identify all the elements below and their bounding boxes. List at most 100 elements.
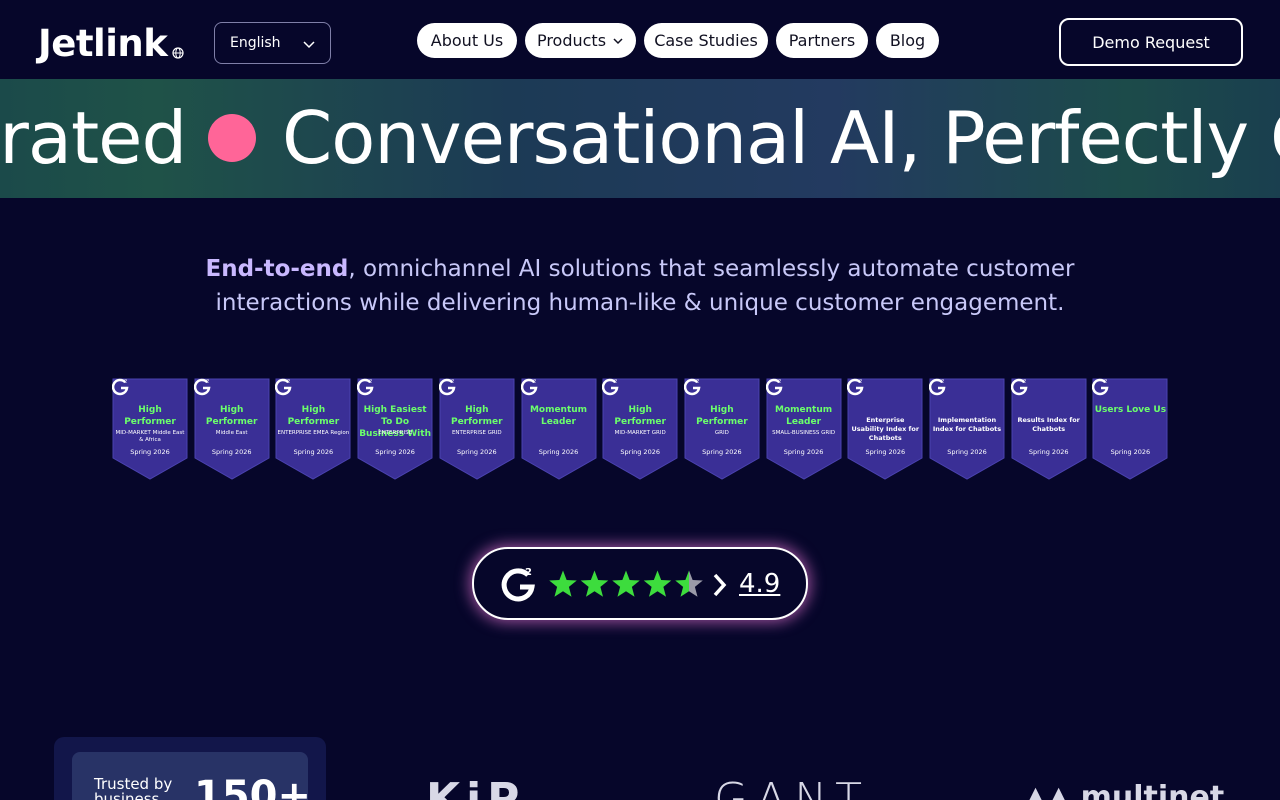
g2-badge: 2 Results Index for Chatbots Spring 2026 <box>1010 378 1087 480</box>
nav-label: Products <box>536 31 607 50</box>
nav-label: Blog <box>889 31 926 50</box>
star-icon <box>580 570 609 597</box>
svg-text:2: 2 <box>778 379 781 385</box>
g2-badge: 2 High Performer ENTERPRISE GRID Spring 202… <box>438 378 515 480</box>
badge-subtitle: GRID <box>714 430 729 436</box>
g2-logo-icon: 2 <box>357 378 374 396</box>
g2-badge: 2 Users Love Us Spring 2026 <box>1092 378 1168 480</box>
multinet-mark-icon: ▲▲ <box>1024 780 1071 800</box>
client-logo-gant: GANT <box>714 774 870 800</box>
g2-badge: 2 High Performer ENTERPRISE EMEA Region Spr… <box>275 378 351 480</box>
badge-title: Momentum Leader <box>529 405 588 427</box>
badge-subtitle: MID-MARKET Middle East & Africa <box>115 430 185 443</box>
badge-title: High Performer <box>205 405 258 427</box>
svg-text:2: 2 <box>287 379 290 385</box>
g2-badge: 2 Enterprise Usability Index for Chatbots… <box>847 378 923 480</box>
badge-season: Spring 2026 <box>538 448 579 456</box>
svg-text:2: 2 <box>533 379 536 385</box>
badge-subtitle: ENTERPRISE EMEA Region <box>277 430 350 436</box>
nav-label: About Us <box>430 31 504 50</box>
svg-text:2: 2 <box>1104 379 1107 385</box>
nav-products[interactable]: Products <box>525 23 636 58</box>
trusted-label: Trusted by business <box>94 775 173 800</box>
g2-badge: 2 Implementation Index for Chatbots Spring… <box>929 378 1005 480</box>
badge-title: Momentum Leader <box>775 405 833 427</box>
g2-badge: 2 High Performer GRID Spring 2026 <box>683 378 760 480</box>
star-icon <box>549 570 577 597</box>
g2-logo-icon: 2 <box>602 378 619 396</box>
g2-logo-icon: 2 <box>683 378 701 396</box>
chevron-down-icon <box>613 37 623 44</box>
svg-text:2: 2 <box>696 379 699 385</box>
badge-season: Spring 2026 <box>620 448 660 456</box>
badge-season: Spring 2026 <box>293 448 334 456</box>
g2-logo-icon: 2 <box>275 378 292 396</box>
star-icon <box>612 570 640 597</box>
svg-text:2: 2 <box>206 379 209 385</box>
badge-subtitle: MID-MARKET GRID <box>614 430 666 436</box>
badge-subtitle: Implementation Index for Chatbots <box>932 416 1002 433</box>
language-select[interactable]: English <box>214 22 331 64</box>
marquee-text-left: trated <box>0 96 187 180</box>
site-header: Jetlink English About Us Products Case S… <box>0 0 1280 79</box>
badge-title: High Performer <box>614 405 666 427</box>
badge-subtitle: Results Index for Chatbots <box>1017 416 1080 433</box>
badge-season: Spring 2026 <box>211 448 252 456</box>
svg-text:2: 2 <box>859 379 862 385</box>
badge-title: High Performer <box>287 405 340 427</box>
star-icon <box>675 570 703 597</box>
chevron-down-icon <box>303 41 315 49</box>
nav-blog[interactable]: Blog <box>876 23 939 58</box>
demo-request-button[interactable]: Demo Request <box>1059 18 1243 66</box>
badge-season: Spring 2026 <box>1028 448 1069 456</box>
g2-badge: 2 Momentum Leader SMALL-BUSINESS GRID Sprin… <box>765 378 842 480</box>
svg-text:2: 2 <box>124 379 127 385</box>
rating-value[interactable]: 4.9 <box>739 569 780 599</box>
g2-logo-icon: 2 <box>1092 378 1109 396</box>
chevron-right-icon <box>713 573 727 597</box>
badge-subtitle: ENTERPRISE <box>378 430 413 436</box>
badge-season: Spring 2026 <box>947 448 987 456</box>
nav-about-us[interactable]: About Us <box>417 23 517 58</box>
g2-rating-pill[interactable]: 2 4.9 <box>472 547 808 620</box>
nav-partners[interactable]: Partners <box>776 23 868 58</box>
badge-subtitle: Middle East <box>215 430 248 436</box>
nav-label: Partners <box>788 31 856 50</box>
multinet-wordmark: multinet <box>1080 780 1225 800</box>
g2-logo-icon: 2 <box>765 378 783 396</box>
marquee-dot <box>208 114 256 162</box>
badge-subtitle: Enterprise Usability Index for Chatbots <box>851 416 920 442</box>
client-logo-kip: KiP <box>426 774 526 800</box>
nav-label: Case Studies <box>654 31 758 50</box>
jetlink-logo[interactable]: Jetlink <box>38 22 168 66</box>
trusted-count: 150+ <box>194 773 312 800</box>
star-rating <box>549 570 703 597</box>
svg-text:2: 2 <box>369 379 372 385</box>
marquee-text-right: Conversational AI, Perfectly Or <box>282 96 1280 180</box>
badge-season: Spring 2026 <box>457 448 497 456</box>
badge-season: Spring 2026 <box>702 448 742 456</box>
g2-badge: 2 High Easiest To Do Business With ENTERPR… <box>357 378 433 480</box>
marquee-track: trated Conversational AI, Perfectly Or <box>0 79 1280 198</box>
badge-title: High Performer <box>696 405 748 427</box>
g2-badge: 2 High Performer Middle East Spring 2026 <box>193 378 270 480</box>
g2-logo-icon: 2 <box>438 378 456 396</box>
g2-logo-icon: 2 <box>112 378 129 396</box>
badge-season: Spring 2026 <box>1110 448 1151 456</box>
badge-season: Spring 2026 <box>865 448 906 456</box>
badge-season: Spring 2026 <box>375 448 415 456</box>
nav-case-studies[interactable]: Case Studies <box>644 23 768 58</box>
client-logo-multinet: ▲▲ multinet <box>1024 780 1224 800</box>
svg-text:2: 2 <box>614 379 617 385</box>
svg-text:2: 2 <box>525 567 532 578</box>
marquee-banner: trated Conversational AI, Perfectly Or <box>0 79 1280 198</box>
svg-text:2: 2 <box>941 379 944 385</box>
hero-subheading: End-to-end, omnichannel AI solutions tha… <box>140 252 1140 320</box>
globe-icon <box>172 47 184 59</box>
star-icon <box>643 570 672 597</box>
g2-logo-icon: 2 <box>193 378 211 396</box>
badge-subtitle: SMALL-BUSINESS GRID <box>772 430 836 436</box>
badge-season: Spring 2026 <box>783 448 824 456</box>
g2-badge: 2 High Performer MID-MARKET GRID Spring 202… <box>602 378 678 480</box>
language-label: English <box>230 35 281 51</box>
